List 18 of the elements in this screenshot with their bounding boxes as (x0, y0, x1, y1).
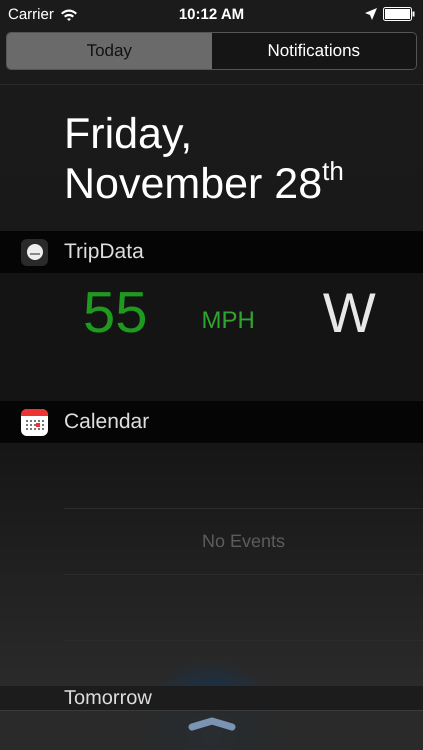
empty-message: No Events (200, 530, 286, 553)
speed-unit: MPH (202, 307, 255, 335)
section-title: Tomorrow (0, 686, 423, 710)
widget-title: Calendar (64, 410, 150, 434)
location-arrow-icon (365, 8, 377, 20)
segment-tab[interactable]: Notifications (212, 33, 416, 69)
date-text: November 28$^{th}$ (64, 159, 345, 209)
weekday-text: Friday, (64, 109, 194, 159)
calendar-icon (21, 408, 48, 436)
battery-icon (383, 7, 415, 21)
widget-title: TripData (64, 240, 144, 264)
wifi-icon (60, 8, 78, 20)
speedometer-icon (21, 238, 48, 266)
heading-value: W (322, 283, 376, 343)
chevron-up-icon[interactable] (188, 717, 236, 731)
speed-value: 55 (83, 283, 148, 343)
carrier-name: Carrier (8, 6, 54, 22)
clock-time: 10:12 AM (178, 6, 244, 22)
